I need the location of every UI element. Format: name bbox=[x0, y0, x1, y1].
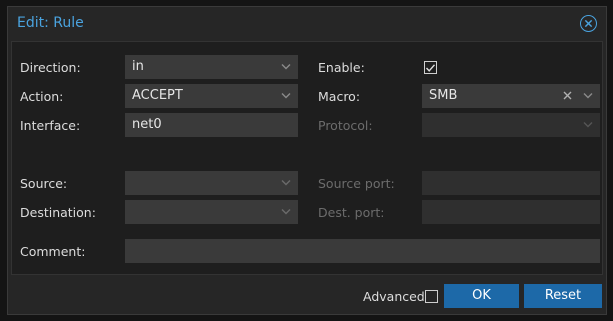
advanced-checkbox[interactable] bbox=[425, 290, 438, 303]
action-label: Action: bbox=[20, 89, 64, 104]
edit-rule-dialog: Edit: Rule Direction: in Action: ACCEPT … bbox=[7, 6, 607, 315]
direction-select[interactable]: in bbox=[125, 55, 298, 79]
comment-input[interactable] bbox=[125, 239, 600, 263]
destination-select[interactable] bbox=[125, 200, 298, 224]
protocol-label: Protocol: bbox=[318, 118, 373, 133]
interface-label: Interface: bbox=[20, 118, 81, 133]
enable-label: Enable: bbox=[318, 60, 365, 75]
clear-icon[interactable] bbox=[563, 91, 572, 100]
chevron-down-icon bbox=[281, 93, 291, 99]
protocol-select[interactable] bbox=[422, 113, 600, 137]
action-value: ACCEPT bbox=[132, 88, 183, 103]
interface-input[interactable]: net0 bbox=[125, 113, 298, 137]
dialog-title: Edit: Rule bbox=[17, 15, 84, 31]
reset-button[interactable]: Reset bbox=[524, 284, 602, 308]
chevron-down-icon bbox=[583, 93, 593, 99]
dialog-titlebar[interactable]: Edit: Rule bbox=[8, 7, 606, 41]
chevron-down-icon bbox=[281, 180, 291, 186]
comment-label: Comment: bbox=[20, 244, 86, 259]
direction-value: in bbox=[132, 59, 144, 74]
action-select[interactable]: ACCEPT bbox=[125, 84, 298, 108]
source-port-input[interactable] bbox=[422, 171, 600, 195]
source-select[interactable] bbox=[125, 171, 298, 195]
chevron-down-icon bbox=[281, 209, 291, 215]
macro-value: SMB bbox=[429, 88, 458, 103]
destination-label: Destination: bbox=[20, 205, 96, 220]
checkmark-icon bbox=[425, 63, 436, 72]
dest-port-label: Dest. port: bbox=[318, 205, 385, 220]
close-icon[interactable] bbox=[580, 15, 597, 32]
ok-button[interactable]: OK bbox=[444, 284, 519, 308]
interface-value: net0 bbox=[132, 117, 162, 132]
dest-port-input[interactable] bbox=[422, 200, 600, 224]
chevron-down-icon bbox=[281, 64, 291, 70]
macro-select[interactable]: SMB bbox=[422, 84, 600, 108]
source-label: Source: bbox=[20, 176, 68, 191]
macro-label: Macro: bbox=[318, 89, 361, 104]
chevron-down-icon bbox=[583, 122, 593, 128]
direction-label: Direction: bbox=[20, 60, 81, 75]
source-port-label: Source port: bbox=[318, 176, 395, 191]
form-panel: Direction: in Action: ACCEPT Interface: … bbox=[11, 41, 603, 275]
advanced-label: Advanced bbox=[363, 289, 425, 304]
enable-checkbox[interactable] bbox=[424, 61, 437, 74]
